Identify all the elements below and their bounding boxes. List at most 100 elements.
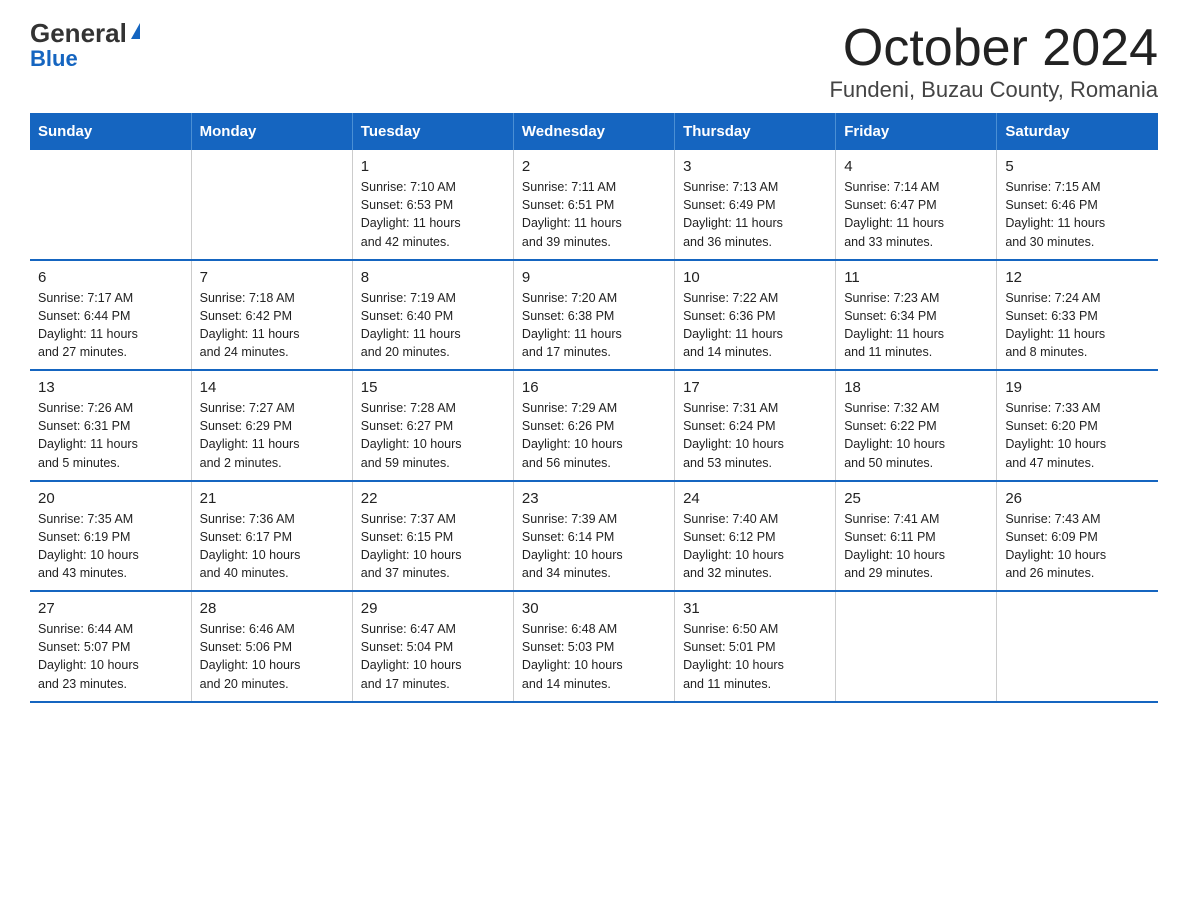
day-number: 20 <box>38 490 183 507</box>
day-number: 16 <box>522 379 666 396</box>
header-day-monday: Monday <box>191 113 352 150</box>
calendar-cell: 22Sunrise: 7:37 AMSunset: 6:15 PMDayligh… <box>352 481 513 592</box>
logo-general-text: General <box>30 20 127 46</box>
calendar-week-row: 20 Sunrise: 7:35 AMSunset: 6:19 PMDayligh… <box>30 481 1158 592</box>
day-number: 21 <box>200 490 344 507</box>
day-info: Sunrise: 7:35 AMSunset: 6:19 PMDaylight:… <box>38 510 183 583</box>
day-number: 13 <box>38 379 183 396</box>
header-day-tuesday: Tuesday <box>352 113 513 150</box>
calendar-cell: 8 Sunrise: 7:19 AMSunset: 6:40 PMDaylight… <box>352 260 513 371</box>
day-number: 7 <box>200 269 344 286</box>
day-info: Sunrise: 7:10 AMSunset: 6:53 PMDaylight:… <box>361 178 505 251</box>
calendar-cell: 20 Sunrise: 7:35 AMSunset: 6:19 PMDayligh… <box>30 481 191 592</box>
calendar-cell: 9Sunrise: 7:20 AMSunset: 6:38 PMDaylight… <box>513 260 674 371</box>
calendar-cell: 6Sunrise: 7:17 AMSunset: 6:44 PMDaylight… <box>30 260 191 371</box>
day-number: 28 <box>200 600 344 617</box>
logo-blue-text: Blue <box>30 48 78 70</box>
calendar-cell: 14 Sunrise: 7:27 AMSunset: 6:29 PMDayligh… <box>191 370 352 481</box>
calendar-cell <box>30 150 191 260</box>
day-info: Sunrise: 7:15 AMSunset: 6:46 PMDaylight:… <box>1005 178 1150 251</box>
logo: General Blue <box>30 20 140 70</box>
day-info: Sunrise: 6:50 AMSunset: 5:01 PMDaylight:… <box>683 620 827 693</box>
calendar-week-row: 27Sunrise: 6:44 AMSunset: 5:07 PMDayligh… <box>30 591 1158 702</box>
day-info: Sunrise: 7:43 AMSunset: 6:09 PMDaylight:… <box>1005 510 1150 583</box>
day-number: 2 <box>522 158 666 175</box>
calendar-header-row: SundayMondayTuesdayWednesdayThursdayFrid… <box>30 113 1158 150</box>
calendar-cell: 30Sunrise: 6:48 AMSunset: 5:03 PMDayligh… <box>513 591 674 702</box>
day-info: Sunrise: 7:40 AMSunset: 6:12 PMDaylight:… <box>683 510 827 583</box>
day-info: Sunrise: 7:28 AMSunset: 6:27 PMDaylight:… <box>361 399 505 472</box>
day-number: 19 <box>1005 379 1150 396</box>
day-info: Sunrise: 7:20 AMSunset: 6:38 PMDaylight:… <box>522 289 666 362</box>
day-number: 15 <box>361 379 505 396</box>
title-block: October 2024 Fundeni, Buzau County, Roma… <box>829 20 1158 103</box>
calendar-cell: 16 Sunrise: 7:29 AMSunset: 6:26 PMDayligh… <box>513 370 674 481</box>
day-number: 5 <box>1005 158 1150 175</box>
calendar-subtitle: Fundeni, Buzau County, Romania <box>829 77 1158 103</box>
day-number: 14 <box>200 379 344 396</box>
day-info: Sunrise: 6:47 AMSunset: 5:04 PMDaylight:… <box>361 620 505 693</box>
day-info: Sunrise: 7:13 AMSunset: 6:49 PMDaylight:… <box>683 178 827 251</box>
day-info: Sunrise: 6:44 AMSunset: 5:07 PMDaylight:… <box>38 620 183 693</box>
day-number: 1 <box>361 158 505 175</box>
day-number: 3 <box>683 158 827 175</box>
header-day-sunday: Sunday <box>30 113 191 150</box>
calendar-cell: 2 Sunrise: 7:11 AMSunset: 6:51 PMDaylight… <box>513 150 674 260</box>
day-info: Sunrise: 7:14 AMSunset: 6:47 PMDaylight:… <box>844 178 988 251</box>
day-info: Sunrise: 7:22 AMSunset: 6:36 PMDaylight:… <box>683 289 827 362</box>
calendar-cell: 15 Sunrise: 7:28 AMSunset: 6:27 PMDayligh… <box>352 370 513 481</box>
day-number: 8 <box>361 269 505 286</box>
calendar-cell: 1 Sunrise: 7:10 AMSunset: 6:53 PMDaylight… <box>352 150 513 260</box>
calendar-week-row: 1 Sunrise: 7:10 AMSunset: 6:53 PMDaylight… <box>30 150 1158 260</box>
day-number: 25 <box>844 490 988 507</box>
calendar-week-row: 13 Sunrise: 7:26 AMSunset: 6:31 PMDayligh… <box>30 370 1158 481</box>
calendar-cell <box>997 591 1158 702</box>
day-number: 24 <box>683 490 827 507</box>
day-info: Sunrise: 7:41 AMSunset: 6:11 PMDaylight:… <box>844 510 988 583</box>
header-day-thursday: Thursday <box>675 113 836 150</box>
calendar-cell: 17 Sunrise: 7:31 AMSunset: 6:24 PMDayligh… <box>675 370 836 481</box>
day-number: 22 <box>361 490 505 507</box>
day-info: Sunrise: 7:31 AMSunset: 6:24 PMDaylight:… <box>683 399 827 472</box>
day-info: Sunrise: 7:11 AMSunset: 6:51 PMDaylight:… <box>522 178 666 251</box>
calendar-cell <box>191 150 352 260</box>
header-day-saturday: Saturday <box>997 113 1158 150</box>
day-number: 26 <box>1005 490 1150 507</box>
day-info: Sunrise: 7:19 AMSunset: 6:40 PMDaylight:… <box>361 289 505 362</box>
calendar-cell: 4 Sunrise: 7:14 AMSunset: 6:47 PMDaylight… <box>836 150 997 260</box>
calendar-week-row: 6Sunrise: 7:17 AMSunset: 6:44 PMDaylight… <box>30 260 1158 371</box>
calendar-cell: 24 Sunrise: 7:40 AMSunset: 6:12 PMDayligh… <box>675 481 836 592</box>
day-info: Sunrise: 7:36 AMSunset: 6:17 PMDaylight:… <box>200 510 344 583</box>
calendar-cell: 5 Sunrise: 7:15 AMSunset: 6:46 PMDaylight… <box>997 150 1158 260</box>
calendar-title: October 2024 <box>829 20 1158 77</box>
day-info: Sunrise: 7:32 AMSunset: 6:22 PMDaylight:… <box>844 399 988 472</box>
day-info: Sunrise: 7:39 AMSunset: 6:14 PMDaylight:… <box>522 510 666 583</box>
day-number: 17 <box>683 379 827 396</box>
calendar-cell: 10 Sunrise: 7:22 AMSunset: 6:36 PMDayligh… <box>675 260 836 371</box>
day-info: Sunrise: 7:26 AMSunset: 6:31 PMDaylight:… <box>38 399 183 472</box>
calendar-cell: 21 Sunrise: 7:36 AMSunset: 6:17 PMDayligh… <box>191 481 352 592</box>
day-info: Sunrise: 7:27 AMSunset: 6:29 PMDaylight:… <box>200 399 344 472</box>
calendar-cell: 29Sunrise: 6:47 AMSunset: 5:04 PMDayligh… <box>352 591 513 702</box>
day-info: Sunrise: 7:23 AMSunset: 6:34 PMDaylight:… <box>844 289 988 362</box>
day-info: Sunrise: 7:18 AMSunset: 6:42 PMDaylight:… <box>200 289 344 362</box>
calendar-table: SundayMondayTuesdayWednesdayThursdayFrid… <box>30 113 1158 703</box>
calendar-cell <box>836 591 997 702</box>
day-info: Sunrise: 7:29 AMSunset: 6:26 PMDaylight:… <box>522 399 666 472</box>
page-header: General Blue October 2024 Fundeni, Buzau… <box>30 20 1158 103</box>
day-number: 4 <box>844 158 988 175</box>
calendar-cell: 18Sunrise: 7:32 AMSunset: 6:22 PMDayligh… <box>836 370 997 481</box>
calendar-cell: 23Sunrise: 7:39 AMSunset: 6:14 PMDayligh… <box>513 481 674 592</box>
day-number: 31 <box>683 600 827 617</box>
day-number: 30 <box>522 600 666 617</box>
calendar-cell: 11Sunrise: 7:23 AMSunset: 6:34 PMDayligh… <box>836 260 997 371</box>
day-number: 10 <box>683 269 827 286</box>
day-number: 6 <box>38 269 183 286</box>
header-day-wednesday: Wednesday <box>513 113 674 150</box>
day-info: Sunrise: 6:46 AMSunset: 5:06 PMDaylight:… <box>200 620 344 693</box>
calendar-cell: 27Sunrise: 6:44 AMSunset: 5:07 PMDayligh… <box>30 591 191 702</box>
calendar-cell: 13 Sunrise: 7:26 AMSunset: 6:31 PMDayligh… <box>30 370 191 481</box>
day-info: Sunrise: 7:33 AMSunset: 6:20 PMDaylight:… <box>1005 399 1150 472</box>
calendar-cell: 3 Sunrise: 7:13 AMSunset: 6:49 PMDaylight… <box>675 150 836 260</box>
day-info: Sunrise: 7:24 AMSunset: 6:33 PMDaylight:… <box>1005 289 1150 362</box>
